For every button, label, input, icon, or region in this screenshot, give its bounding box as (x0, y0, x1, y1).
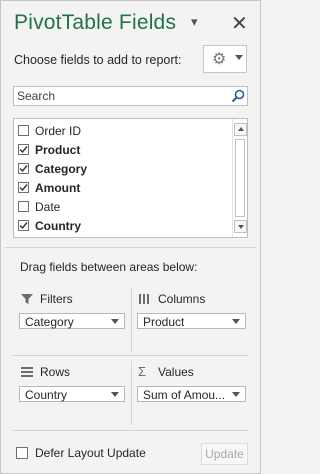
gear-icon: ⚙ (212, 51, 227, 68)
arrow-up-icon (238, 127, 244, 131)
field-checkbox[interactable] (18, 220, 29, 231)
filters-field-label: Category (25, 315, 74, 329)
field-checkbox[interactable] (18, 163, 29, 174)
field-list-scrollbar[interactable] (232, 119, 247, 237)
field-checkbox[interactable] (18, 201, 29, 212)
rows-field-label: Country (25, 388, 68, 402)
field-item-date[interactable]: Date (14, 198, 230, 217)
filter-icon (21, 294, 33, 304)
checkmark-icon (19, 184, 28, 192)
field-item-order-id[interactable]: Order ID (14, 122, 230, 141)
field-checkbox[interactable] (18, 125, 29, 136)
defer-label: Defer Layout Update (35, 446, 146, 460)
field-checkbox[interactable] (18, 144, 29, 155)
chevron-down-icon[interactable] (232, 392, 240, 397)
chevron-down-icon[interactable] (232, 319, 240, 324)
field-item-category[interactable]: Category (14, 160, 230, 179)
field-checkbox[interactable] (18, 182, 29, 193)
section-divider (5, 247, 256, 248)
chevron-down-icon (235, 55, 243, 60)
area-vertical-divider (131, 287, 132, 352)
columns-field-chip[interactable]: Product (137, 313, 246, 329)
pane-title: PivotTable Fields (14, 11, 177, 34)
columns-icon (139, 294, 149, 304)
rows-field-chip[interactable]: Country (19, 386, 125, 402)
rows-icon (21, 367, 33, 377)
chevron-down-icon[interactable] (111, 392, 119, 397)
update-button[interactable]: Update (201, 443, 248, 465)
defer-checkbox[interactable] (16, 447, 28, 459)
checkmark-icon (19, 222, 28, 230)
scroll-thumb[interactable] (235, 139, 245, 217)
tools-button[interactable]: ⚙ (203, 45, 247, 73)
field-label: Amount (35, 181, 81, 195)
search-icon[interactable] (231, 89, 245, 103)
checkmark-icon (19, 146, 28, 154)
values-field-label: Sum of Amou... (143, 388, 226, 402)
chevron-down-icon[interactable] (111, 319, 119, 324)
pivot-fields-pane: PivotTable Fields ▾ ✕ Choose fields to a… (0, 0, 261, 474)
columns-field-label: Product (143, 315, 185, 329)
search-box[interactable] (13, 86, 248, 106)
field-label: Order ID (35, 124, 82, 138)
checkmark-icon (19, 165, 28, 173)
close-button[interactable]: ✕ (231, 11, 248, 36)
field-label: Category (35, 162, 88, 176)
search-input[interactable] (14, 87, 227, 105)
area-horizontal-divider (13, 430, 248, 431)
sigma-icon: Σ (138, 364, 147, 379)
rows-area-title: Rows (40, 365, 71, 379)
field-label: Country (35, 219, 81, 233)
field-item-product[interactable]: Product (14, 141, 230, 160)
field-item-amount[interactable]: Amount (14, 179, 230, 198)
pane-options-dropdown[interactable]: ▾ (191, 14, 198, 30)
columns-area-title: Columns (158, 292, 206, 306)
area-horizontal-divider (13, 355, 248, 356)
values-field-chip[interactable]: Sum of Amou... (137, 386, 246, 402)
choose-fields-label: Choose fields to add to report: (14, 53, 182, 67)
field-item-country[interactable]: Country (14, 217, 230, 236)
scroll-up-button[interactable] (234, 123, 247, 136)
field-list: Order ID Product Category Amount Date Co… (13, 118, 248, 238)
field-label: Date (35, 200, 61, 214)
scroll-down-button[interactable] (234, 220, 247, 233)
filters-area-title: Filters (40, 292, 73, 306)
field-label: Product (35, 143, 81, 157)
drag-areas-label: Drag fields between areas below: (20, 260, 198, 274)
arrow-down-icon (238, 225, 244, 229)
area-vertical-divider (131, 361, 132, 425)
values-area-title: Values (158, 365, 194, 379)
filters-field-chip[interactable]: Category (19, 313, 125, 329)
